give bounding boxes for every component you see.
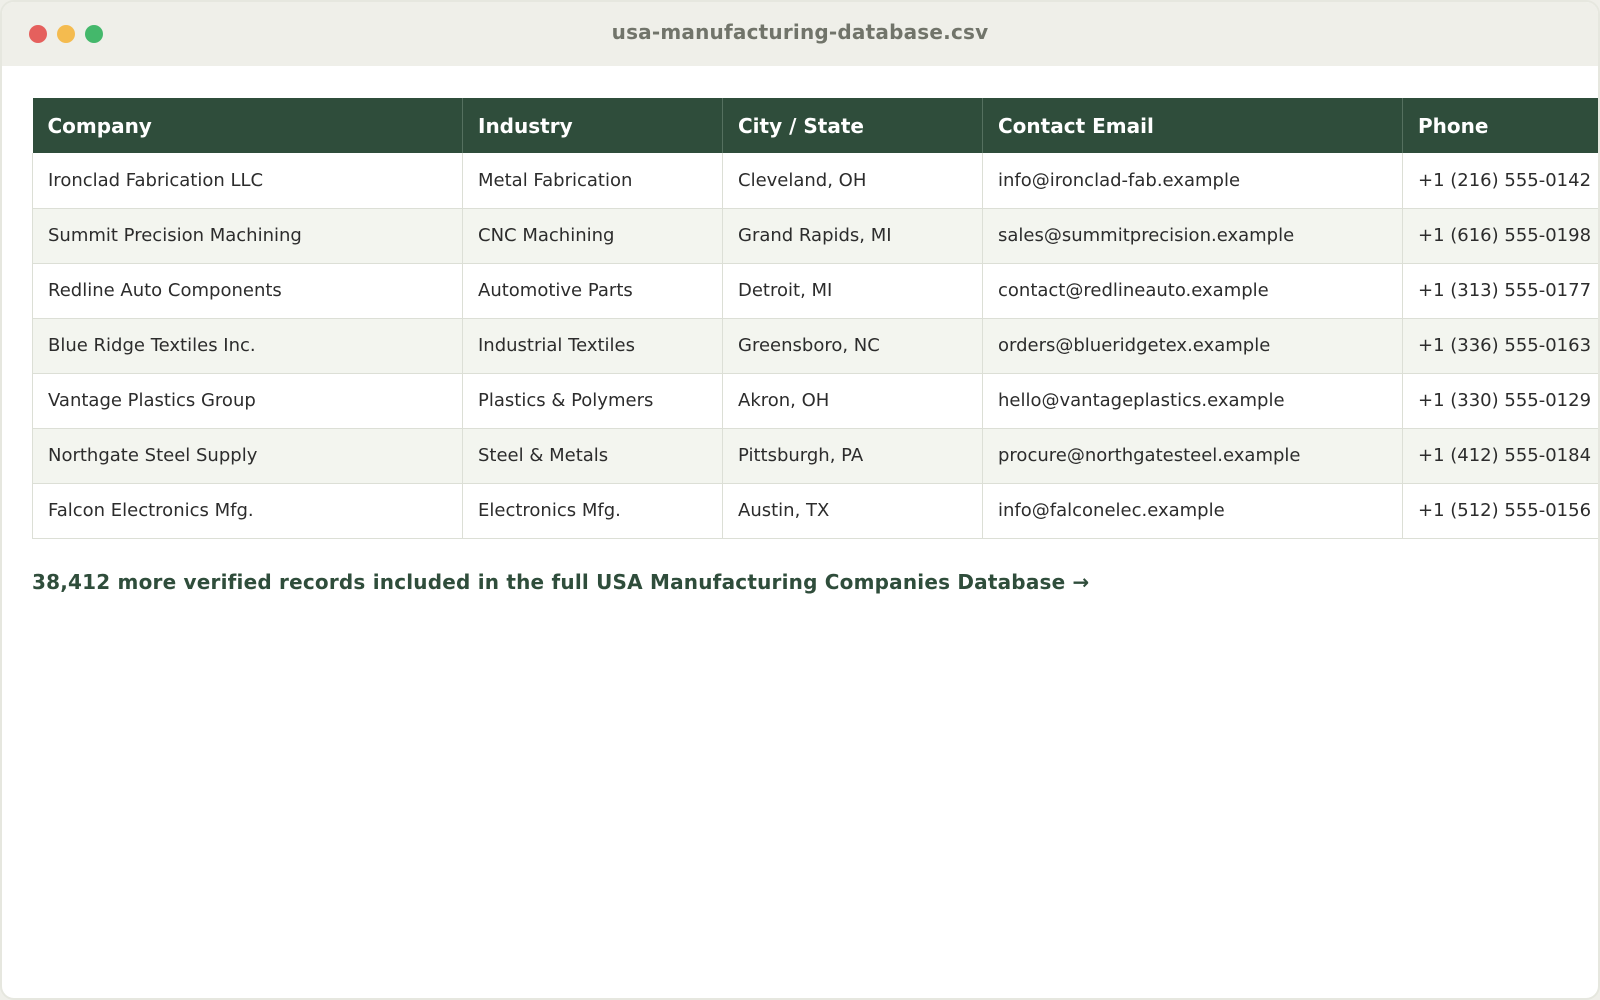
cell-phone[interactable]: +1 (336) 555-0163 (1402, 318, 1598, 374)
table-row[interactable]: Redline Auto Components Automotive Parts… (32, 263, 1598, 319)
cell-industry[interactable]: Automotive Parts (462, 263, 723, 319)
cell-industry[interactable]: Steel & Metals (462, 428, 723, 484)
cell-phone[interactable]: +1 (330) 555-0129 (1402, 373, 1598, 429)
cell-company[interactable]: Vantage Plastics Group (32, 373, 463, 429)
cell-phone[interactable]: +1 (216) 555-0142 (1402, 153, 1598, 209)
window-title: usa-manufacturing-database.csv (611, 20, 989, 44)
cell-phone[interactable]: +1 (412) 555-0184 (1402, 428, 1598, 484)
cell-company[interactable]: Northgate Steel Supply (32, 428, 463, 484)
table-row[interactable]: Summit Precision Machining CNC Machining… (32, 208, 1598, 264)
cell-phone[interactable]: +1 (313) 555-0177 (1402, 263, 1598, 319)
cell-company[interactable]: Summit Precision Machining (32, 208, 463, 264)
main-content: Company Industry City / State Contact Em… (2, 66, 1598, 998)
title-bar: usa-manufacturing-database.csv (2, 2, 1598, 66)
cell-company[interactable]: Blue Ridge Textiles Inc. (32, 318, 463, 374)
cell-phone[interactable]: +1 (512) 555-0156 (1402, 483, 1598, 539)
table-row[interactable]: Ironclad Fabrication LLC Metal Fabricati… (32, 153, 1598, 209)
cell-contact-email[interactable]: info@falconelec.example (982, 483, 1403, 539)
table-row[interactable]: Vantage Plastics Group Plastics & Polyme… (32, 373, 1598, 429)
cell-company[interactable]: Falcon Electronics Mfg. (32, 483, 463, 539)
cell-contact-email[interactable]: sales@summitprecision.example (982, 208, 1403, 264)
cell-industry[interactable]: Electronics Mfg. (462, 483, 723, 539)
cell-phone[interactable]: +1 (616) 555-0198 (1402, 208, 1598, 264)
cell-contact-email[interactable]: contact@redlineauto.example (982, 263, 1403, 319)
cell-city-state[interactable]: Grand Rapids, MI (722, 208, 983, 264)
cell-industry[interactable]: Industrial Textiles (462, 318, 723, 374)
cell-industry[interactable]: Metal Fabrication (462, 153, 723, 209)
cell-city-state[interactable]: Austin, TX (722, 483, 983, 539)
full-database-link[interactable]: 38,412 more verified records included in… (32, 570, 1090, 594)
column-header-phone[interactable]: Phone (1402, 98, 1598, 153)
cell-city-state[interactable]: Pittsburgh, PA (722, 428, 983, 484)
column-header-city-state[interactable]: City / State (722, 98, 983, 153)
cell-city-state[interactable]: Greensboro, NC (722, 318, 983, 374)
cell-contact-email[interactable]: hello@vantageplastics.example (982, 373, 1403, 429)
table-header-row: Company Industry City / State Contact Em… (32, 98, 1598, 153)
cell-company[interactable]: Ironclad Fabrication LLC (32, 153, 463, 209)
cell-contact-email[interactable]: info@ironclad-fab.example (982, 153, 1403, 209)
data-table-container: Company Industry City / State Contact Em… (32, 98, 1598, 539)
cell-city-state[interactable]: Akron, OH (722, 373, 983, 429)
cell-contact-email[interactable]: orders@blueridgetex.example (982, 318, 1403, 374)
table-row[interactable]: Falcon Electronics Mfg. Electronics Mfg.… (32, 483, 1598, 539)
cell-industry[interactable]: CNC Machining (462, 208, 723, 264)
cell-city-state[interactable]: Detroit, MI (722, 263, 983, 319)
table-row[interactable]: Blue Ridge Textiles Inc. Industrial Text… (32, 318, 1598, 374)
cell-city-state[interactable]: Cleveland, OH (722, 153, 983, 209)
column-header-industry[interactable]: Industry (462, 98, 723, 153)
cell-industry[interactable]: Plastics & Polymers (462, 373, 723, 429)
table-row[interactable]: Northgate Steel Supply Steel & Metals Pi… (32, 428, 1598, 484)
column-header-company[interactable]: Company (32, 98, 463, 153)
column-header-contact-email[interactable]: Contact Email (982, 98, 1403, 153)
app-window: usa-manufacturing-database.csv Company I… (0, 0, 1600, 1000)
cell-contact-email[interactable]: procure@northgatesteel.example (982, 428, 1403, 484)
data-table: Company Industry City / State Contact Em… (32, 98, 1598, 539)
cell-company[interactable]: Redline Auto Components (32, 263, 463, 319)
